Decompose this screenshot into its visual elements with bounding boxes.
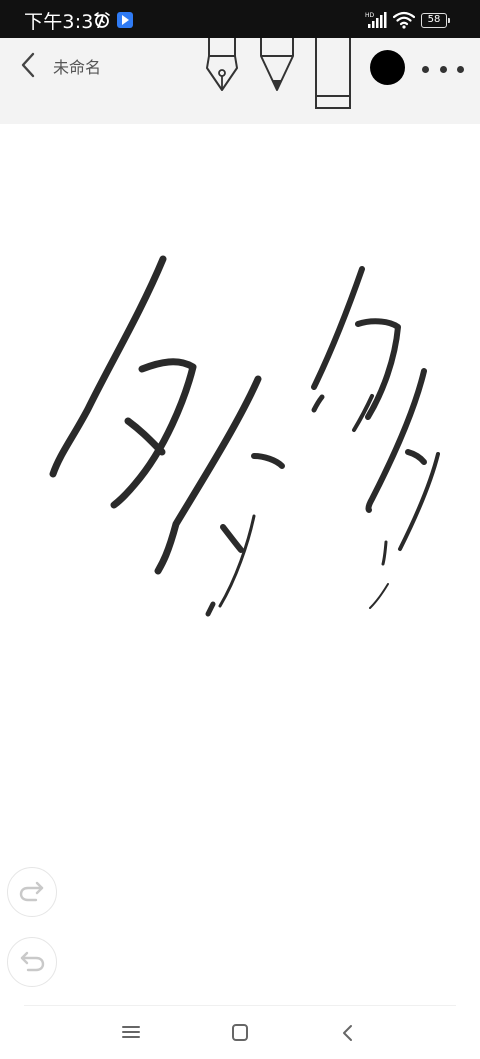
fountain-pen-tool[interactable]	[203, 38, 241, 98]
more-dot	[422, 65, 429, 73]
chevron-left-icon	[21, 52, 35, 78]
ink-stroke	[311, 266, 365, 390]
undo-icon	[20, 951, 45, 972]
drawing-canvas[interactable]	[0, 124, 480, 1004]
marker-pen-icon	[260, 38, 294, 91]
redo-button[interactable]	[7, 867, 57, 917]
ink-stroke	[311, 394, 325, 413]
ink-stroke	[365, 368, 427, 513]
marker-pen-tool[interactable]	[258, 38, 296, 98]
ink-stroke	[124, 417, 166, 456]
ink-stroke	[110, 358, 197, 509]
home-square-icon	[232, 1024, 248, 1041]
wifi-icon	[392, 11, 416, 33]
document-title[interactable]: 未命名	[53, 54, 101, 78]
ink-stroke	[251, 453, 285, 469]
hd-signal-icon: HD	[365, 11, 389, 33]
status-bar: 下午3:37 HD 58	[0, 0, 480, 38]
notes-drawing-screen: 下午3:37 HD 58 未命名	[0, 0, 480, 1059]
ink-stroke	[205, 601, 216, 617]
app-notification-icon	[116, 11, 134, 33]
back-arrow-icon	[343, 1025, 352, 1041]
redo-icon	[19, 881, 44, 902]
eraser-icon	[315, 38, 351, 109]
more-options-button[interactable]	[422, 62, 464, 76]
more-dot	[439, 65, 447, 73]
ink-stroke	[398, 452, 440, 551]
editor-toolbar: 未命名	[0, 38, 480, 124]
alarm-icon	[93, 11, 111, 33]
nav-back-button[interactable]	[340, 1023, 356, 1047]
pen-color-swatch[interactable]	[370, 50, 405, 85]
ink-stroke	[381, 540, 388, 566]
nav-menu-button[interactable]	[121, 1023, 141, 1045]
ink-stroke	[220, 524, 244, 553]
ink-stroke	[355, 318, 401, 420]
more-dot	[457, 65, 464, 73]
fountain-pen-icon	[206, 38, 238, 91]
nav-home-button[interactable]	[230, 1023, 250, 1047]
ink-stroke	[369, 583, 389, 609]
handwriting-strokes	[49, 255, 440, 617]
undo-button[interactable]	[7, 937, 57, 987]
ink-stroke	[154, 375, 262, 575]
system-nav-bar	[0, 1006, 480, 1059]
svg-text:HD: HD	[365, 12, 375, 19]
menu-icon	[122, 1026, 140, 1038]
battery-icon: 58	[421, 13, 450, 28]
eraser-tool[interactable]	[313, 38, 353, 116]
back-button[interactable]	[14, 50, 42, 80]
ink-stroke	[405, 449, 427, 465]
